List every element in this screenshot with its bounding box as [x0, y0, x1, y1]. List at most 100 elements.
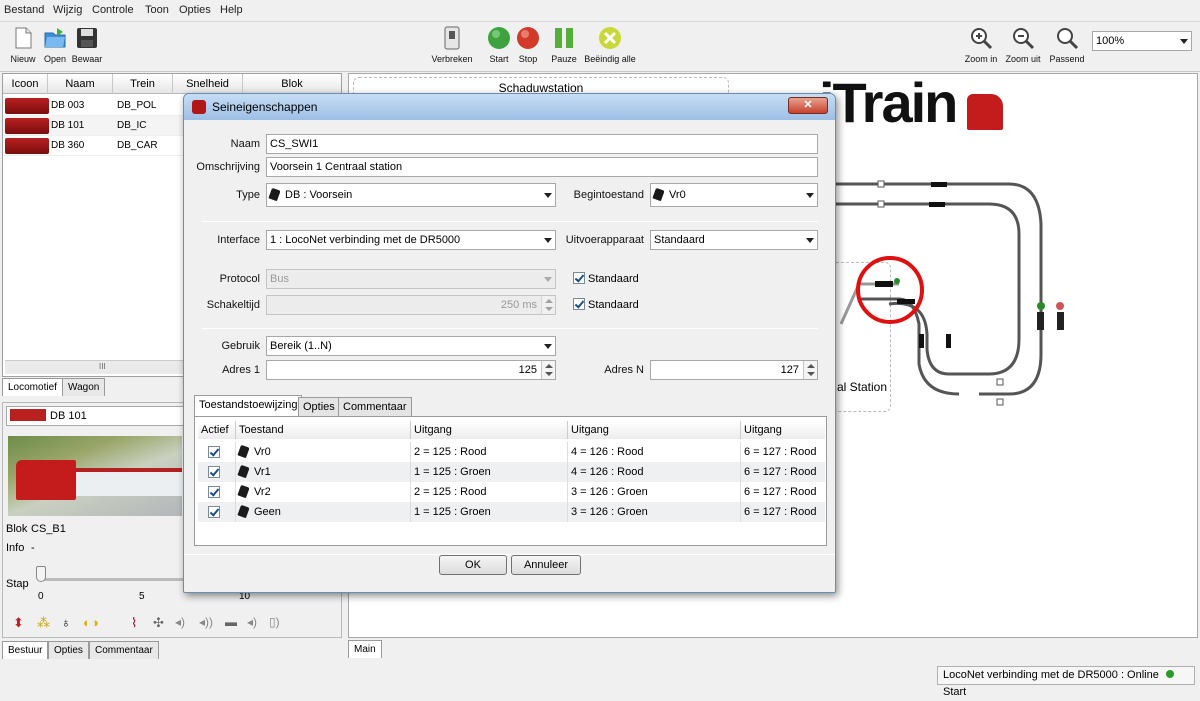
- horn-icon[interactable]: ◂): [175, 615, 185, 629]
- table-row[interactable]: Geen 1 = 125 : Groen 3 = 126 : Groen 6 =…: [198, 502, 825, 522]
- gebruik-label: Gebruik: [221, 340, 260, 352]
- protocol-select[interactable]: Bus: [266, 269, 556, 289]
- fan-icon[interactable]: ✣: [153, 615, 164, 631]
- type-select[interactable]: DB : Voorsein: [266, 183, 556, 207]
- interface-label: Interface: [217, 234, 260, 246]
- menu-toon[interactable]: Toon: [145, 4, 169, 16]
- column-header-icon[interactable]: Icoon: [3, 74, 48, 94]
- speaker-icon[interactable]: ▯): [269, 615, 280, 629]
- column-header[interactable]: Uitgang: [411, 421, 568, 439]
- open-button[interactable]: Open: [40, 26, 70, 64]
- cancel-button[interactable]: Annuleer: [511, 555, 581, 575]
- locomotive-thumbnail: [5, 118, 49, 134]
- type-label: Type: [236, 189, 260, 201]
- tab-main[interactable]: Main: [348, 640, 382, 658]
- active-checkbox[interactable]: [208, 506, 220, 518]
- pause-button[interactable]: Pauze: [550, 26, 578, 64]
- whistle-icon[interactable]: ♁: [61, 615, 71, 630]
- new-button[interactable]: Nieuw: [6, 26, 40, 64]
- tab-commentaar[interactable]: Commentaar: [89, 641, 159, 659]
- stop-button[interactable]: Stop: [515, 26, 541, 64]
- menu-bar: Bestand Wijzig Controle Toon Opties Help: [0, 0, 1200, 22]
- spinner-icon[interactable]: [803, 361, 817, 379]
- new-file-icon: [11, 26, 35, 50]
- save-button[interactable]: Bewaar: [70, 26, 104, 64]
- zoom-in-button[interactable]: Zoom in: [963, 26, 999, 64]
- tab-opties[interactable]: Opties: [48, 641, 89, 659]
- naam-label: Naam: [230, 138, 260, 150]
- coupler-icon[interactable]: ▬: [225, 615, 237, 629]
- tab-wagon[interactable]: Wagon: [62, 378, 106, 396]
- column-header-train[interactable]: Trein: [113, 74, 173, 94]
- menu-opties[interactable]: Opties: [179, 4, 211, 16]
- graph-icon[interactable]: ⌇: [131, 615, 137, 631]
- headlights-icon[interactable]: ◐◑: [83, 615, 99, 630]
- menu-help[interactable]: Help: [220, 4, 243, 16]
- tab-locomotief[interactable]: Locomotief: [2, 378, 63, 396]
- direction-icon[interactable]: ⬍: [13, 615, 24, 631]
- column-header[interactable]: Actief: [198, 421, 236, 439]
- sound-icon[interactable]: ◂): [247, 615, 257, 629]
- switch-icon: [440, 26, 464, 50]
- locomotive-photo: [8, 436, 182, 516]
- step-slider-thumb[interactable]: [36, 566, 46, 582]
- dialog-title: Seineigenschappen: [212, 100, 318, 114]
- menu-bestand[interactable]: Bestand: [4, 4, 44, 16]
- begintoestand-select[interactable]: Vr0: [650, 183, 818, 207]
- schakeltijd-field[interactable]: 250 ms: [266, 295, 556, 315]
- column-header[interactable]: Uitgang: [568, 421, 741, 439]
- pause-icon: [552, 26, 576, 50]
- schakeltijd-standaard-checkbox[interactable]: [573, 298, 585, 310]
- zoom-select[interactable]: 100%: [1092, 31, 1192, 51]
- interface-select[interactable]: 1 : LocoNet verbinding met de DR5000: [266, 230, 556, 250]
- dialog-titlebar[interactable]: Seineigenschappen ✕: [184, 94, 835, 120]
- adresn-field[interactable]: 127: [650, 360, 818, 380]
- tick-label: 5: [139, 591, 145, 602]
- light-icon[interactable]: ⁂: [37, 615, 50, 631]
- menu-wijzig[interactable]: Wijzig: [53, 4, 82, 16]
- fit-button[interactable]: Passend: [1047, 26, 1087, 64]
- end-all-button[interactable]: Beëindig alle: [582, 26, 638, 64]
- begintoestand-label: Begintoestand: [573, 189, 644, 201]
- step-slider-track[interactable]: [39, 578, 184, 581]
- omschrijving-field[interactable]: Voorsein 1 Centraal station: [266, 157, 818, 177]
- naam-field[interactable]: CS_SWI1: [266, 134, 818, 154]
- omschrijving-label: Omschrijving: [196, 161, 260, 173]
- column-header-block[interactable]: Blok: [243, 74, 341, 94]
- block-value: CS_B1: [31, 523, 66, 535]
- uitvoerapparaat-select[interactable]: Standaard: [650, 230, 818, 250]
- tab-toestandstoewijzing[interactable]: Toestandstoewijzing: [194, 395, 303, 417]
- column-header[interactable]: Uitgang: [741, 421, 825, 439]
- table-row[interactable]: Vr2 2 = 125 : Rood 3 = 126 : Groen 6 = 1…: [198, 482, 825, 502]
- loco-select[interactable]: DB 101: [6, 406, 186, 426]
- column-header-name[interactable]: Naam: [48, 74, 113, 94]
- horn2-icon[interactable]: ◂)): [199, 615, 213, 629]
- menu-controle[interactable]: Controle: [92, 4, 134, 16]
- gebruik-select[interactable]: Bereik (1..N): [266, 336, 556, 356]
- column-header-speed[interactable]: Snelheid: [173, 74, 243, 94]
- active-checkbox[interactable]: [208, 486, 220, 498]
- signal-icon: [237, 504, 250, 519]
- close-icon: ✕: [803, 99, 813, 111]
- active-checkbox[interactable]: [208, 466, 220, 478]
- active-checkbox[interactable]: [208, 446, 220, 458]
- tab-commentaar[interactable]: Commentaar: [338, 397, 412, 416]
- disconnect-button[interactable]: Verbreken: [428, 26, 476, 64]
- chevron-down-icon: [1180, 39, 1188, 44]
- close-button[interactable]: ✕: [788, 97, 828, 114]
- adres1-field[interactable]: 125: [266, 360, 556, 380]
- zoom-out-button[interactable]: Zoom uit: [1003, 26, 1043, 64]
- logo-locomotive-icon: [967, 94, 1003, 130]
- chevron-down-icon: [544, 193, 552, 198]
- spinner-icon[interactable]: [541, 361, 555, 379]
- signal-icon: [237, 464, 250, 479]
- table-row[interactable]: Vr1 1 = 125 : Groen 4 = 126 : Rood 6 = 1…: [198, 462, 825, 482]
- table-row[interactable]: Vr0 2 = 125 : Rood 4 = 126 : Rood 6 = 12…: [198, 442, 825, 462]
- start-button[interactable]: Start: [486, 26, 512, 64]
- protocol-standaard-checkbox[interactable]: [573, 272, 585, 284]
- connection-status[interactable]: LocoNet verbinding met de DR5000 : Onlin…: [937, 666, 1195, 698]
- ok-button[interactable]: OK: [439, 555, 507, 575]
- column-header[interactable]: Toestand: [236, 421, 411, 439]
- tab-opties[interactable]: Opties: [298, 397, 340, 416]
- tab-bestuur[interactable]: Bestuur: [2, 641, 49, 659]
